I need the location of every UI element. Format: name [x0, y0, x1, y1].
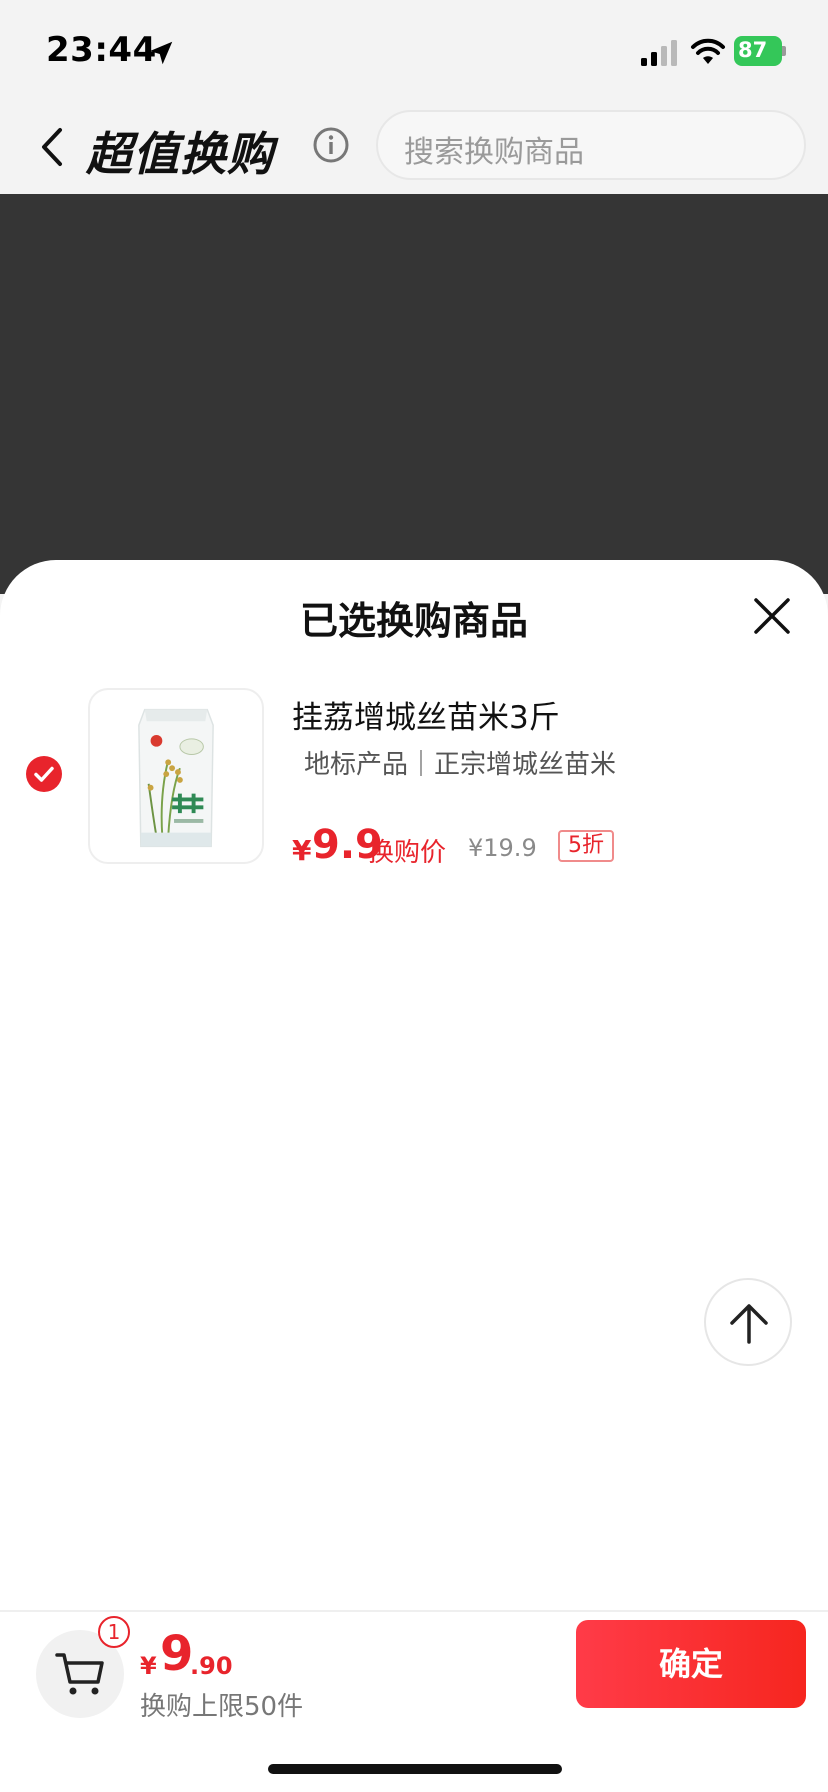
- checkmark-circle-icon[interactable]: [26, 756, 62, 792]
- status-bar: 23:44 87: [0, 0, 828, 100]
- chevron-left-icon[interactable]: [36, 122, 68, 172]
- arrow-up-icon: [730, 1304, 768, 1344]
- bottom-bar: 1 ¥ 9 .90 换购上限50件 确定: [0, 1610, 828, 1792]
- status-time: 23:44: [46, 30, 157, 70]
- product-image[interactable]: [88, 688, 264, 864]
- header: 超值换购 搜索换购商品: [0, 100, 828, 194]
- battery-cap: [782, 46, 786, 56]
- close-icon[interactable]: [752, 596, 792, 636]
- location-arrow-icon: [149, 41, 173, 65]
- price-row: ¥ 9.9 换购价 ¥19.9 5折: [292, 822, 812, 870]
- exchange-limit-text: 换购上限50件: [140, 1692, 304, 1722]
- confirm-button[interactable]: 确定: [576, 1620, 806, 1708]
- exchange-price-label: 换购价: [368, 838, 447, 868]
- wifi-icon: [691, 38, 725, 64]
- sheet-title: 已选换购商品: [299, 599, 528, 643]
- search-placeholder: 搜索换购商品: [404, 135, 584, 170]
- battery-charging-icon: 87: [734, 36, 786, 66]
- cart-count-badge: 1: [98, 1616, 130, 1648]
- discount-badge: 5折: [558, 830, 614, 862]
- product-name: 挂荔增城丝苗米3斤: [292, 700, 560, 736]
- list-item[interactable]: 挂荔增城丝苗米3斤 地标产品｜正宗增城丝苗米 ¥ 9.9 换购价 ¥19.9 5…: [0, 688, 828, 868]
- total-price-integer: 9: [160, 1626, 194, 1682]
- total-price-decimal: .90: [190, 1652, 233, 1680]
- selected-items-sheet: 已选换购商品 挂荔增城丝苗米3斤 地标产品｜正宗增城丝苗米 ¥ 9.9 换购价 …: [0, 560, 828, 1792]
- price-symbol: ¥: [292, 834, 312, 867]
- search-input[interactable]: 搜索换购商品: [376, 110, 806, 180]
- original-price: ¥19.9: [468, 834, 537, 862]
- battery-level: 87: [734, 36, 782, 66]
- home-indicator[interactable]: [268, 1764, 562, 1774]
- battery-text: 87: [738, 38, 768, 62]
- info-icon[interactable]: [312, 126, 350, 164]
- product-desc: 地标产品｜正宗增城丝苗米: [304, 750, 617, 780]
- total-price-symbol: ¥: [140, 1652, 157, 1680]
- rice-bag-image: [138, 708, 214, 848]
- page-title: 超值换购: [86, 127, 274, 181]
- scroll-to-top-button[interactable]: [704, 1278, 792, 1366]
- cellular-signal-icon: [641, 40, 677, 66]
- modal-overlay[interactable]: [0, 194, 828, 594]
- cart-icon: [55, 1653, 104, 1695]
